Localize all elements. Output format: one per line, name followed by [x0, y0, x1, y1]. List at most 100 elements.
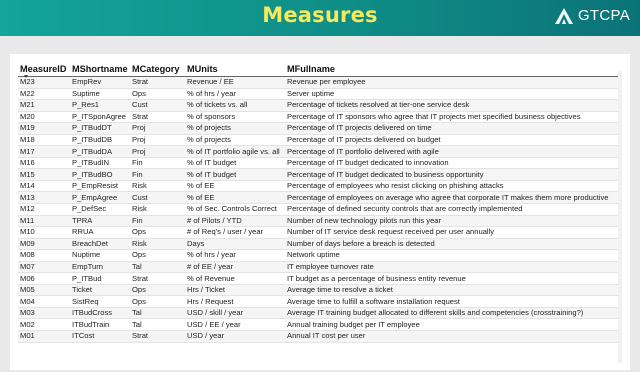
cell-mshortname: BreachDet [70, 238, 130, 251]
vertical-scrollbar[interactable] [618, 71, 622, 363]
table-row[interactable]: M22 Suptime Ops% of hrs / year Server uptim… [18, 88, 618, 101]
cell-mshortname: Ticket [70, 284, 130, 297]
cell-mshortname: RRUA [70, 226, 130, 239]
table-row[interactable]: M06 P_ITBud Strat% of Revenue IT budget as … [18, 272, 618, 285]
cell-measureid: M15 [18, 168, 70, 181]
cell-mcategory: Ops [130, 88, 185, 101]
cell-mfullname: Percentage of IT projects delivered on t… [285, 122, 618, 135]
cell-munits: % of sponsors [185, 111, 285, 124]
cell-mcategory: Tal [130, 307, 185, 320]
cell-measureid: M03 [18, 307, 70, 320]
cell-mfullname: Average IT training budget allocated to … [285, 307, 618, 320]
cell-mfullname: Annual IT cost per user [285, 330, 618, 343]
cell-mshortname: P_DefSec [70, 203, 130, 216]
cell-mshortname: EmpTurn [70, 261, 130, 274]
cell-measureid: M04 [18, 295, 70, 308]
cell-measureid: M22 [18, 88, 70, 101]
logo-icon [554, 7, 573, 24]
cell-measureid: M13 [18, 191, 70, 204]
cell-mcategory: Fin [130, 168, 185, 181]
page-title: Measures [262, 3, 378, 27]
cell-mfullname: Percentage of defined security controls … [285, 203, 618, 216]
table-row[interactable]: M09 BreachDet Risk Days Number of days befor… [18, 238, 618, 251]
cell-mfullname: Server uptime [285, 88, 618, 101]
cell-measureid: M23 [18, 76, 70, 89]
cell-measureid: M11 [18, 215, 70, 228]
cell-munits: # of EE / year [185, 261, 285, 274]
cell-munits: % of tickets vs. all [185, 99, 285, 112]
table-row[interactable]: M12 P_DefSec Risk% of Sec. Controls Correc… [18, 203, 618, 216]
cell-mfullname: Number of days before a breach is detect… [285, 238, 618, 251]
cell-mfullname: Number of IT service desk request receiv… [285, 226, 618, 239]
column-header-measureid[interactable]: MeasureID [18, 61, 70, 78]
table-row[interactable]: M21 P_Res1 Cust% of tickets vs. all Percent… [18, 99, 618, 112]
column-header-mshortname[interactable]: MShortname [70, 61, 130, 77]
cell-mshortname: P_ITBudDB [70, 134, 130, 147]
table-row[interactable]: M19 P_ITBudDT Proj% of projects Percentage … [18, 122, 618, 135]
measures-table-visual: MeasureID MShortname MCategory MUnits MF… [10, 54, 630, 370]
cell-munits: Hrs / Ticket [185, 284, 285, 297]
table-row[interactable]: M10 RRUA Ops # of Req's / user / year Number… [18, 226, 618, 239]
cell-mfullname: Revenue per employee [285, 76, 618, 89]
table-row[interactable]: M18 P_ITBudDB Proj% of projects Percentage … [18, 134, 618, 147]
table-row[interactable]: M15 P_ITBudBO Fin% of IT budget Percentage … [18, 168, 618, 181]
cell-mshortname: Suptime [70, 88, 130, 101]
cell-mcategory: Strat [130, 111, 185, 124]
cell-measureid: M07 [18, 261, 70, 274]
table-row[interactable]: M08 Nuptime Ops% of hrs / year Network upti… [18, 249, 618, 262]
cell-measureid: M02 [18, 318, 70, 332]
cell-munits: % of Sec. Controls Correct [185, 203, 285, 216]
cell-mshortname: TPRA [70, 215, 130, 228]
cell-mcategory: Ops [130, 295, 185, 308]
gtcpa-logo: GTCPA [554, 7, 630, 24]
cell-measureid: M06 [18, 272, 70, 285]
column-header-munits[interactable]: MUnits [185, 61, 285, 77]
table-row[interactable]: M13 P_EmpAgree Cust% of EE Percentage of em… [18, 191, 618, 204]
cell-mcategory: Strat [130, 272, 185, 285]
cell-munits: % of IT budget [185, 168, 285, 181]
table-row[interactable]: M11 TPRA Fin # of Pilots / YTD Number of new… [18, 215, 618, 228]
logo-text: GTCPA [577, 7, 630, 24]
table-row[interactable]: M02 ITBudTrain Tal USD / EE / year Annual tr… [18, 318, 618, 332]
cell-mcategory: Fin [130, 157, 185, 170]
cell-mshortname: ITBudTrain [70, 318, 130, 332]
cell-munits: % of projects [185, 134, 285, 147]
cell-mshortname: ITBudCross [70, 307, 130, 320]
column-header-mcategory[interactable]: MCategory [130, 61, 185, 77]
cell-mcategory: Ops [130, 284, 185, 297]
table-row[interactable]: M20 P_ITSponAgree Strat% of sponsors Percen… [18, 111, 618, 124]
table-row[interactable]: M16 P_ITBudIN Fin% of IT budget Percentage … [18, 157, 618, 170]
table-row[interactable]: M23 EmpRev Strat Revenue / EE Revenue per em… [18, 76, 618, 89]
cell-mcategory: Strat [130, 76, 185, 89]
cell-mshortname: P_ITBud [70, 272, 130, 285]
table-row[interactable]: M04 SistReq Ops Hrs / Request Average time t… [18, 295, 618, 308]
cell-mcategory: Fin [130, 215, 185, 228]
column-header-mfullname[interactable]: MFullname [285, 61, 618, 77]
cell-munits: % of projects [185, 122, 285, 135]
cell-munits: % of hrs / year [185, 249, 285, 262]
cell-measureid: M18 [18, 134, 70, 147]
cell-mcategory: Ops [130, 226, 185, 239]
cell-mshortname: P_ITBudBO [70, 168, 130, 181]
table-row[interactable]: M05 Ticket Ops Hrs / Ticket Average time to … [18, 284, 618, 297]
cell-mfullname: Average time to resolve a ticket [285, 284, 618, 297]
cell-mshortname: P_ITBudIN [70, 157, 130, 170]
cell-measureid: M10 [18, 226, 70, 239]
cell-munits: USD / year [185, 330, 285, 343]
cell-mfullname: Number of new technology pilots run this… [285, 215, 618, 228]
cell-mcategory: Risk [130, 238, 185, 251]
table-row[interactable]: M01 ITCost Strat USD / year Annual IT cost p… [18, 330, 618, 343]
table-row[interactable]: M03 ITBudCross Tal USD / skill / year Averag… [18, 307, 618, 320]
cell-measureid: M08 [18, 249, 70, 262]
table-row[interactable]: M07 EmpTurn Tal # of EE / year IT employee t… [18, 261, 618, 274]
cell-munits: % of hrs / year [185, 88, 285, 101]
table-row[interactable]: M17 P_ITBudDA Proj% of IT portfolio agile … [18, 145, 618, 158]
cell-mshortname: Nuptime [70, 249, 130, 262]
sort-descending-icon[interactable] [24, 75, 28, 78]
cell-mfullname: Percentage of tickets resolved at tier-o… [285, 99, 618, 112]
cell-mfullname: Percentage of IT projects delivered on b… [285, 134, 618, 147]
table-row[interactable]: M14 P_EmpResist Risk% of EE Percentage of e… [18, 180, 618, 193]
cell-mfullname: Percentage of employees on average who a… [285, 191, 618, 204]
cell-mshortname: P_ITSponAgree [70, 111, 130, 124]
cell-mcategory: Tal [130, 318, 185, 332]
